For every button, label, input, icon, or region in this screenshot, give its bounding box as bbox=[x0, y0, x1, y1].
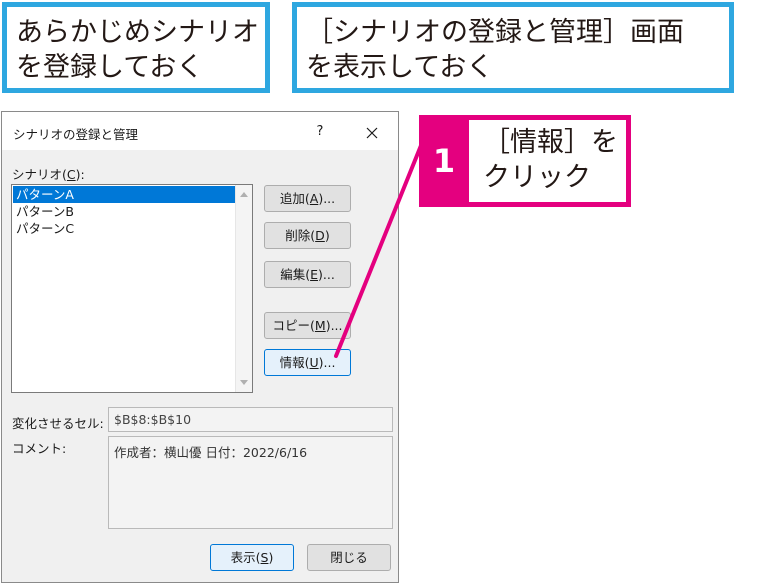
step-instruction: ［情報］を クリック bbox=[469, 120, 626, 202]
close-dialog-button[interactable]: 閉じる bbox=[307, 544, 391, 571]
scenario-manager-dialog: シナリオの登録と管理 ? シナリオ(C): パターンA パターンB パターンC … bbox=[1, 111, 399, 583]
changing-cells-field: $B$8:$B$10 bbox=[108, 407, 393, 432]
help-button[interactable]: ? bbox=[306, 121, 334, 143]
add-button[interactable]: 追加(A)... bbox=[264, 185, 351, 212]
scroll-down-arrow-icon[interactable] bbox=[240, 380, 248, 385]
dialog-titlebar: シナリオの登録と管理 ? bbox=[2, 112, 398, 150]
close-window-button[interactable] bbox=[358, 120, 386, 144]
copy-button[interactable]: コピー(M)... bbox=[264, 312, 351, 339]
scroll-up-arrow-icon[interactable] bbox=[240, 192, 248, 197]
listbox-scrollbar[interactable] bbox=[235, 185, 252, 392]
list-item[interactable]: パターンC bbox=[13, 220, 235, 237]
step-number: 1 bbox=[432, 142, 456, 180]
close-icon bbox=[366, 127, 378, 138]
edit-button[interactable]: 編集(E)... bbox=[264, 261, 351, 288]
callout-prepare-scenarios: あらかじめシナリオ を登録しておく bbox=[2, 2, 270, 93]
comment-label: コメント: bbox=[12, 441, 67, 456]
scenario-list-label: シナリオ(C): bbox=[12, 167, 85, 182]
show-button[interactable]: 表示(S) bbox=[210, 544, 294, 571]
info-button[interactable]: 情報(U)... bbox=[264, 349, 351, 376]
list-item[interactable]: パターンB bbox=[13, 203, 235, 220]
changing-cells-label: 変化させるセル: bbox=[12, 416, 104, 431]
comment-field: 作成者：横山優 日付：2022/6/16 bbox=[108, 436, 393, 529]
step-callout: 1 ［情報］を クリック bbox=[419, 115, 631, 207]
callout-show-manager: ［シナリオの登録と管理］画面 を表示しておく bbox=[292, 2, 734, 93]
scenario-listbox[interactable]: パターンA パターンB パターンC bbox=[11, 184, 253, 393]
delete-button[interactable]: 削除(D) bbox=[264, 222, 351, 249]
list-item[interactable]: パターンA bbox=[13, 186, 235, 203]
dialog-title: シナリオの登録と管理 bbox=[13, 127, 139, 142]
